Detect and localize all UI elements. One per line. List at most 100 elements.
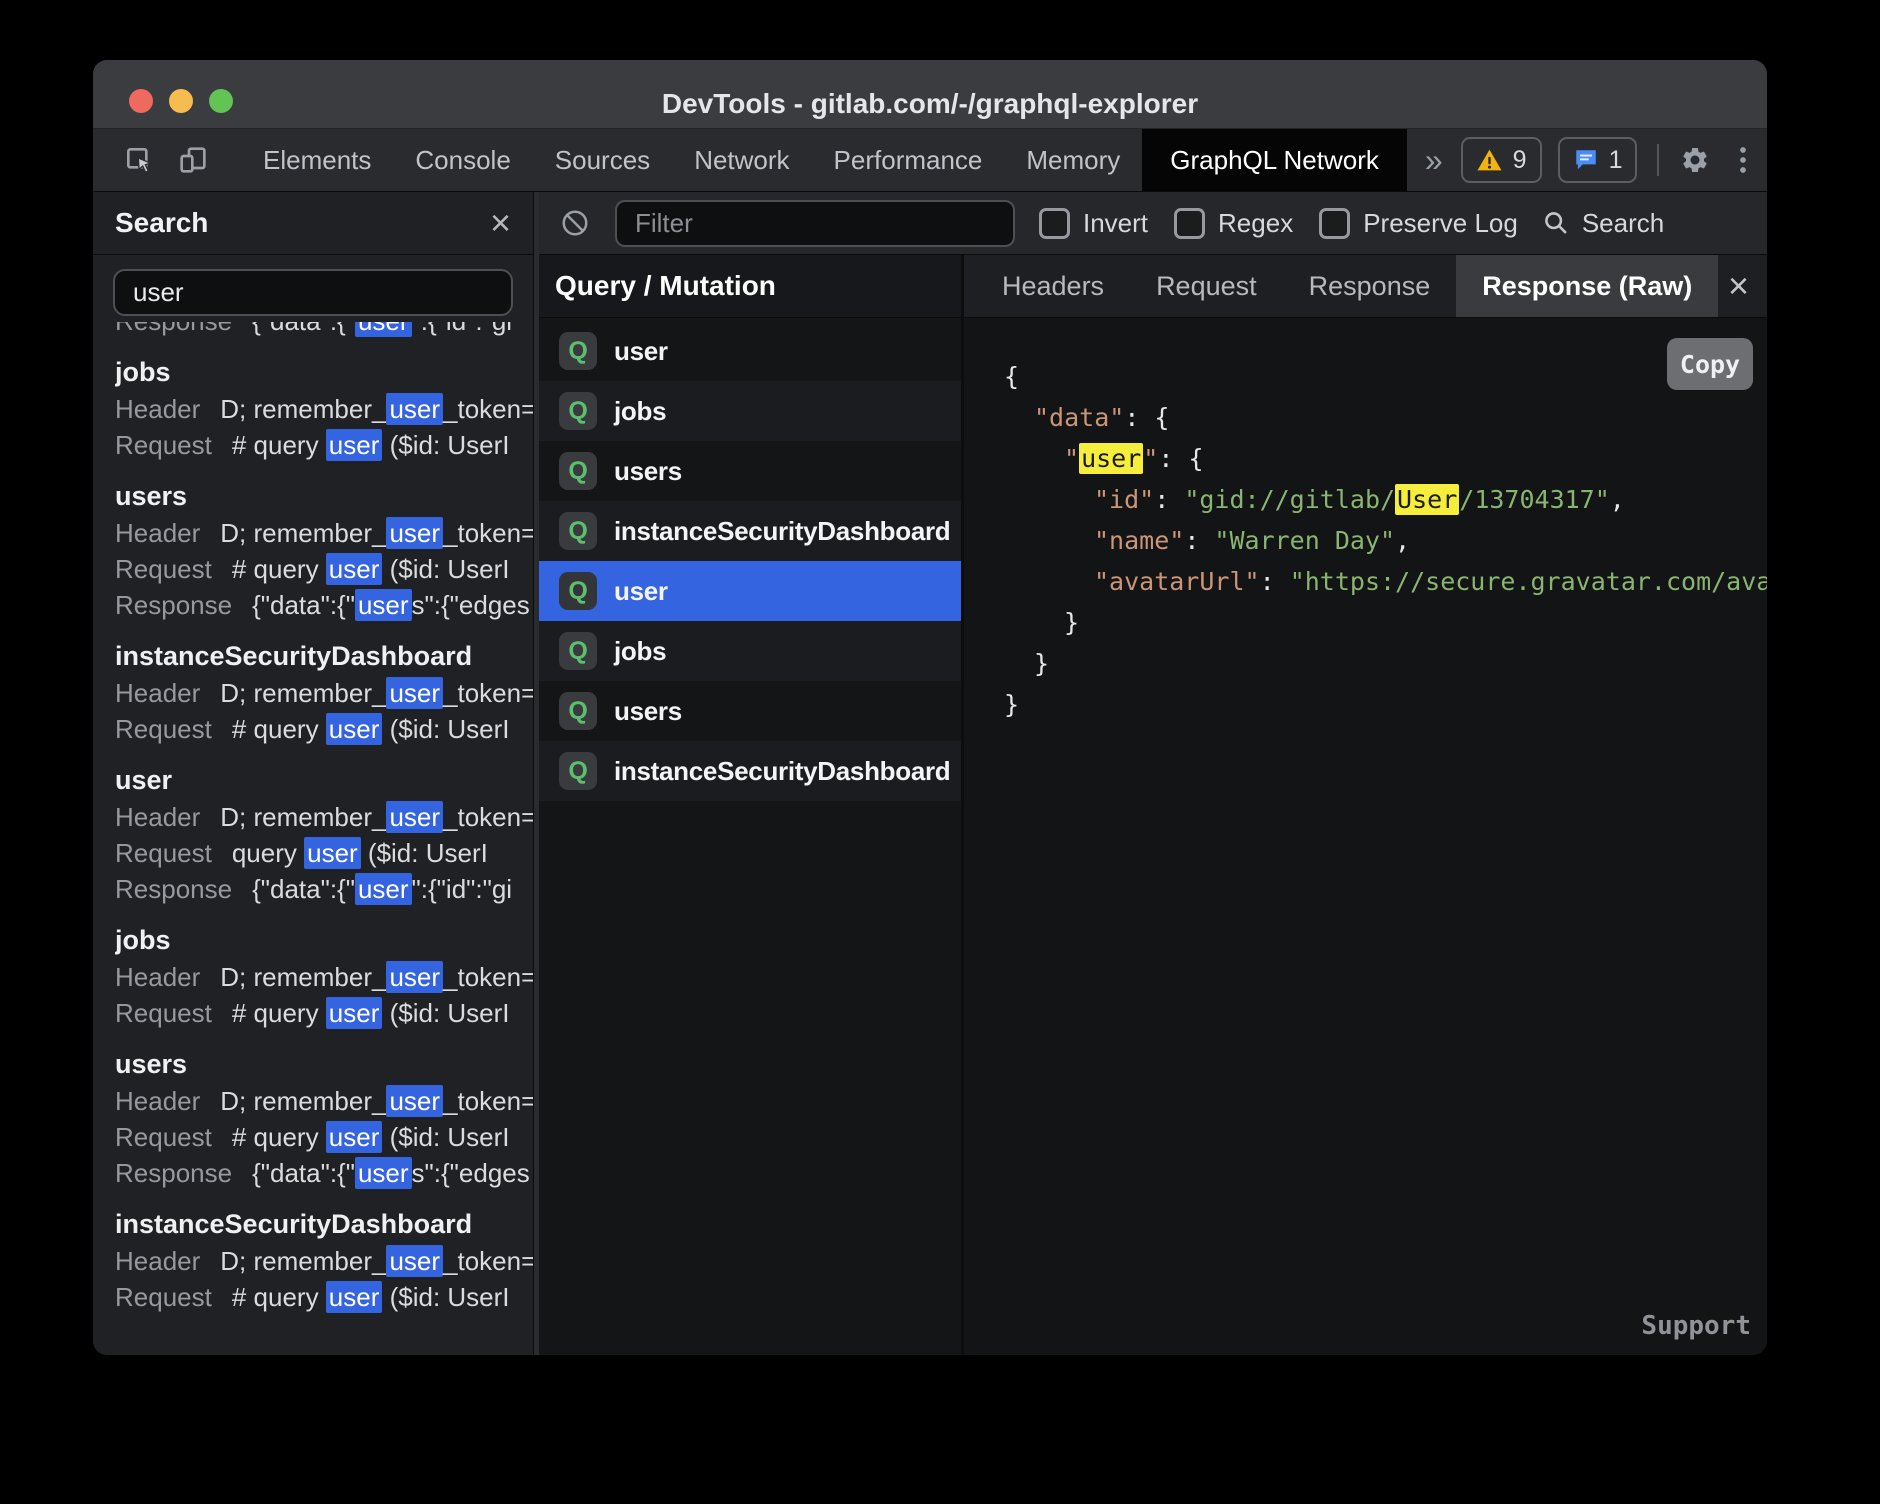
result-section-title[interactable]: users: [115, 477, 533, 515]
chat-bubble-icon: [1573, 147, 1599, 173]
query-row-users[interactable]: Qusers: [539, 681, 961, 741]
json-token: "https://secure.gravatar.com/avatar: [1290, 567, 1767, 596]
search-panel-header: Search ×: [93, 192, 533, 255]
result-row[interactable]: HeaderD; remember_user_token=e: [115, 515, 533, 551]
result-row[interactable]: HeaderD; remember_user_token=e: [115, 1243, 533, 1279]
result-row[interactable]: Requestquery user ($id: UserI: [115, 835, 533, 871]
invert-label: Invert: [1083, 208, 1148, 239]
result-row-label: Response: [115, 322, 232, 336]
query-row-jobs[interactable]: Qjobs: [539, 381, 961, 441]
result-row[interactable]: Request# query user ($id: UserI: [115, 995, 533, 1031]
more-tabs-button[interactable]: »: [1407, 129, 1461, 191]
inspect-element-icon[interactable]: [123, 144, 155, 176]
copy-button[interactable]: Copy: [1667, 338, 1753, 390]
result-row[interactable]: Request# query user ($id: UserI: [115, 427, 533, 463]
tab-network[interactable]: Network: [672, 129, 811, 191]
result-row[interactable]: Request# query user ($id: UserI: [115, 1279, 533, 1315]
messages-badge[interactable]: 1: [1558, 137, 1638, 183]
tab-console[interactable]: Console: [393, 129, 532, 191]
tab-elements[interactable]: Elements: [241, 129, 393, 191]
result-row-partial[interactable]: Response{"data":{"user":{"id":"gi: [115, 322, 533, 339]
search-close-icon[interactable]: ×: [490, 205, 511, 241]
query-row-user[interactable]: Quser: [539, 321, 961, 381]
detail-tab-headers[interactable]: Headers: [976, 255, 1130, 317]
json-token: :: [1260, 567, 1290, 596]
result-section-title[interactable]: instanceSecurityDashboard: [115, 637, 533, 675]
support-link[interactable]: Support: [1641, 1311, 1751, 1341]
query-row-user[interactable]: Quser: [539, 561, 961, 621]
result-row-value: D; remember_user_token=e: [220, 801, 533, 833]
detail-tab-request[interactable]: Request: [1130, 255, 1283, 317]
result-row-label: Request: [115, 554, 212, 584]
tab-performance[interactable]: Performance: [812, 129, 1005, 191]
result-section-title[interactable]: user: [115, 761, 533, 799]
result-row-label: Header: [115, 678, 200, 708]
detail-tab-response[interactable]: Response: [1283, 255, 1457, 317]
query-row-jobs[interactable]: Qjobs: [539, 621, 961, 681]
detail-tab-response-raw[interactable]: Response (Raw): [1456, 255, 1718, 317]
result-row[interactable]: HeaderD; remember_user_token=e: [115, 391, 533, 427]
result-row-label: Request: [115, 1122, 212, 1152]
settings-gear-icon[interactable]: [1679, 144, 1711, 176]
query-type-badge: Q: [559, 512, 597, 550]
query-row-instancesecuritydashboard[interactable]: QinstanceSecurityDashboard: [539, 741, 961, 801]
desktop-background: DevTools - gitlab.com/-/graphql-explorer: [0, 0, 1880, 1504]
result-row[interactable]: Request# query user ($id: UserI: [115, 711, 533, 747]
result-section-title[interactable]: jobs: [115, 353, 533, 391]
kebab-menu-icon[interactable]: [1727, 144, 1759, 176]
result-row[interactable]: Response{"data":{"users":{"edges: [115, 1155, 533, 1191]
result-section-title[interactable]: users: [115, 1045, 533, 1083]
result-text: ($id: UserI: [382, 998, 509, 1028]
match-highlight: user: [386, 677, 443, 709]
result-row[interactable]: Response{"data":{"user":{"id":"gi: [115, 871, 533, 907]
result-row[interactable]: HeaderD; remember_user_token=e: [115, 959, 533, 995]
result-row[interactable]: Request# query user ($id: UserI: [115, 1119, 533, 1155]
match-highlight: user: [386, 1085, 443, 1117]
result-row[interactable]: Request# query user ($id: UserI: [115, 551, 533, 587]
query-type-badge: Q: [559, 452, 597, 490]
warnings-badge[interactable]: 9: [1461, 137, 1542, 183]
json-token: "name": [1094, 526, 1184, 555]
result-row-label: Response: [115, 1158, 232, 1188]
regex-checkbox[interactable]: [1174, 208, 1205, 239]
query-list[interactable]: QuserQjobsQusersQinstanceSecurityDashboa…: [539, 318, 961, 1355]
result-text: # query: [232, 1122, 326, 1152]
match-highlight: user: [326, 1121, 383, 1153]
query-row-label: jobs: [614, 396, 666, 427]
query-row-label: user: [614, 576, 668, 607]
detail-close-icon[interactable]: ×: [1728, 255, 1749, 317]
json-line: }: [1004, 643, 1767, 684]
device-toolbar-icon[interactable]: [177, 144, 209, 176]
content-row: Query / Mutation QuserQjobsQusersQinstan…: [539, 255, 1767, 1355]
tab-graphql-network[interactable]: GraphQL Network: [1142, 129, 1407, 191]
query-row-instancesecuritydashboard[interactable]: QinstanceSecurityDashboard: [539, 501, 961, 561]
result-row-label: Header: [115, 1246, 200, 1276]
result-row[interactable]: HeaderD; remember_user_token=e: [115, 799, 533, 835]
match-highlight: user: [326, 713, 383, 745]
search-input[interactable]: [113, 269, 513, 316]
block-clear-icon[interactable]: [559, 207, 591, 239]
result-text: query: [232, 838, 304, 868]
json-code: {"data": {"user": {"id": "gid://gitlab/U…: [1004, 356, 1767, 725]
query-row-users[interactable]: Qusers: [539, 441, 961, 501]
result-row[interactable]: HeaderD; remember_user_token=e: [115, 1083, 533, 1119]
result-section-title[interactable]: jobs: [115, 921, 533, 959]
search-results-list[interactable]: Response{"data":{"user":{"id":"gijobsHea…: [93, 322, 533, 1355]
match-highlight: user: [386, 961, 443, 993]
invert-checkbox[interactable]: [1039, 208, 1070, 239]
result-row[interactable]: HeaderD; remember_user_token=e: [115, 675, 533, 711]
result-text: # query: [232, 714, 326, 744]
result-section-title[interactable]: instanceSecurityDashboard: [115, 1205, 533, 1243]
tab-memory[interactable]: Memory: [1004, 129, 1142, 191]
json-token: "Warren Day": [1214, 526, 1395, 555]
search-toggle[interactable]: Search: [1542, 208, 1664, 239]
result-row[interactable]: Response{"data":{"users":{"edges: [115, 587, 533, 623]
panel-tabs: ElementsConsoleSourcesNetworkPerformance…: [241, 129, 1407, 191]
regex-option[interactable]: Regex: [1174, 208, 1293, 239]
preserve-log-checkbox[interactable]: [1319, 208, 1350, 239]
filter-input[interactable]: [615, 200, 1015, 247]
preserve-log-option[interactable]: Preserve Log: [1319, 208, 1518, 239]
invert-option[interactable]: Invert: [1039, 208, 1148, 239]
match-highlight: user: [355, 589, 412, 621]
tab-sources[interactable]: Sources: [533, 129, 672, 191]
